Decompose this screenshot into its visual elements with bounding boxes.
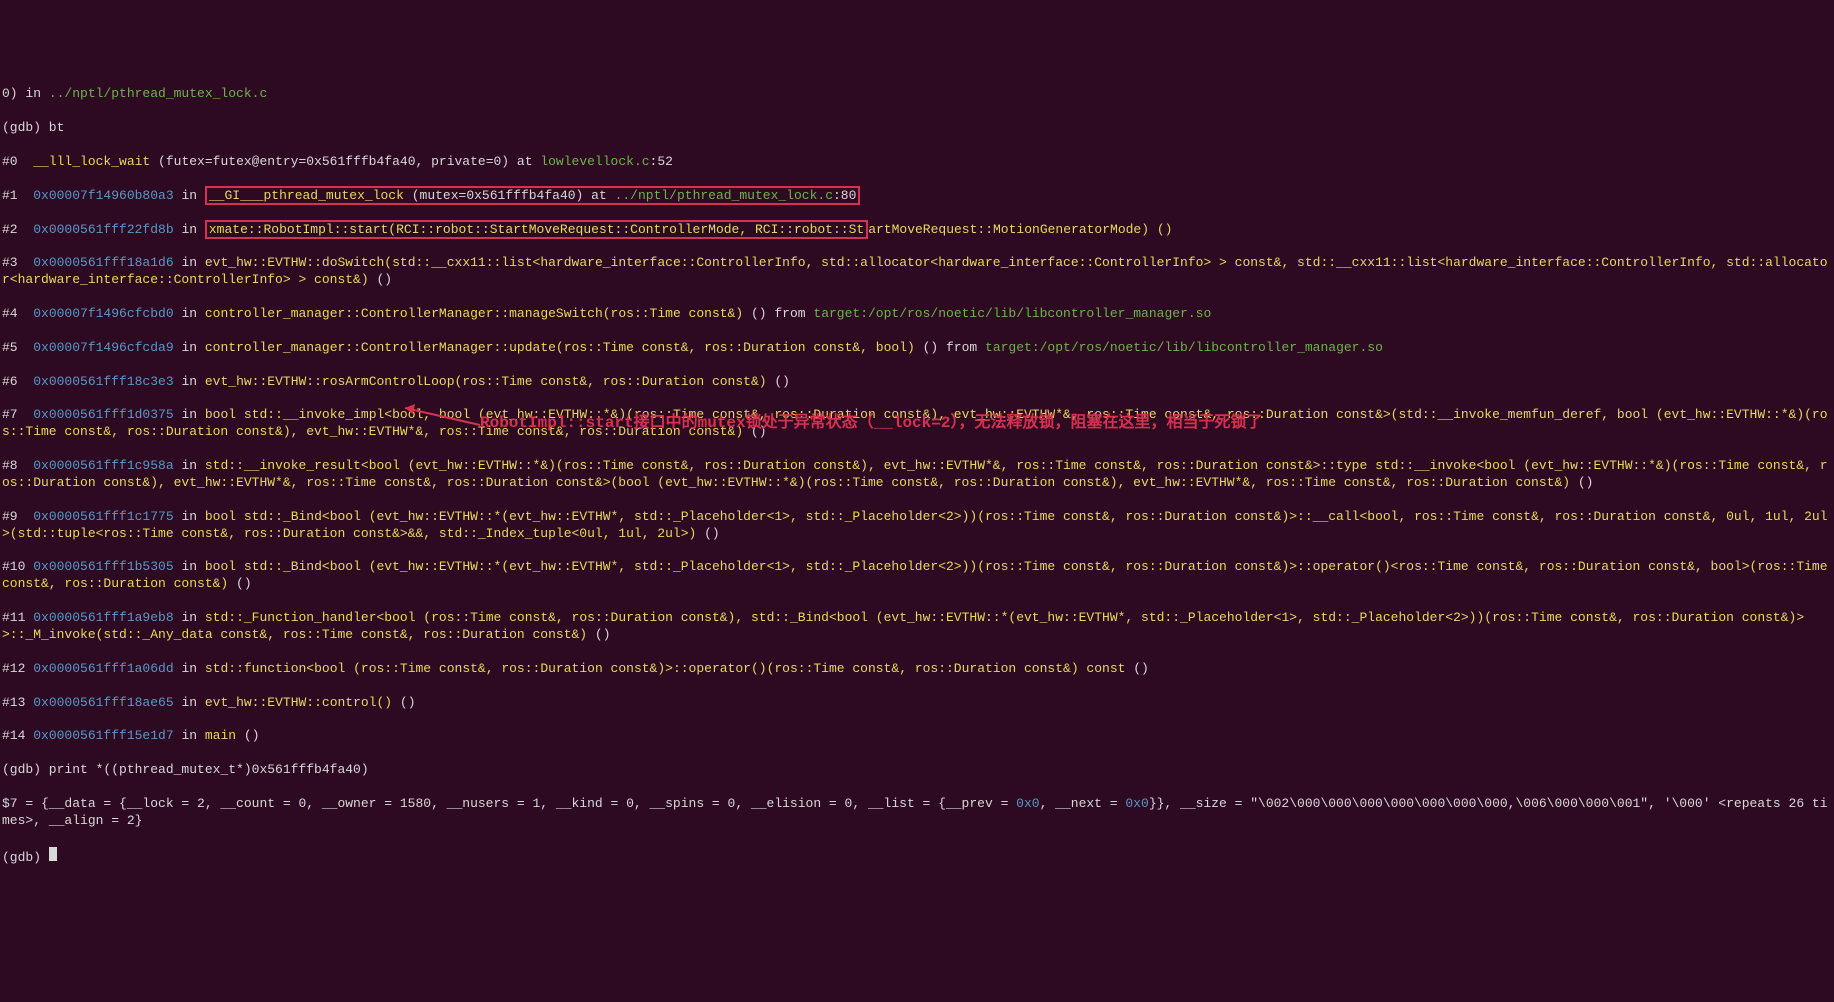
annotation-arrow (395, 400, 485, 440)
frame-3: #3 0x0000561fff18a1d6 in evt_hw::EVTHW::… (2, 255, 1832, 289)
cursor (49, 847, 57, 861)
frame-2: #2 0x0000561fff22fd8b in xmate::RobotImp… (2, 222, 1832, 239)
frame-9: #9 0x0000561fff1c1775 in bool std::_Bind… (2, 509, 1832, 543)
frame-13: #13 0x0000561fff18ae65 in evt_hw::EVTHW:… (2, 695, 1832, 712)
frame-8: #8 0x0000561fff1c958a in std::__invoke_r… (2, 458, 1832, 492)
frame-14: #14 0x0000561fff15e1d7 in main () (2, 728, 1832, 745)
frame-0: #0 __lll_lock_wait (futex=futex@entry=0x… (2, 154, 1832, 171)
frame-12: #12 0x0000561fff1a06dd in std::function<… (2, 661, 1832, 678)
frame-11: #11 0x0000561fff1a9eb8 in std::_Function… (2, 610, 1832, 644)
frame-5: #5 0x00007f1496cfcda9 in controller_mana… (2, 340, 1832, 357)
annotation-text: RobotImpl::start接口中的mutex锁处于异常状态（__lock=… (480, 413, 1262, 434)
gdb-command-bt: (gdb) bt (2, 120, 1832, 137)
frame-1: #1 0x00007f14960b80a3 in __GI___pthread_… (2, 188, 1832, 205)
gdb-prompt[interactable]: (gdb) (2, 847, 1832, 867)
print-output: $7 = {__data = {__lock = 2, __count = 0,… (2, 796, 1832, 830)
terminal-output: 0) in ../nptl/pthread_mutex_lock.c (gdb)… (2, 70, 1832, 884)
highlight-frame-1-2: __GI___pthread_mutex_lock (mutex=0x561ff… (205, 186, 861, 205)
highlight-frame-2-box: xmate::RobotImpl::start(RCI::robot::Star… (205, 220, 868, 239)
frame-4: #4 0x00007f1496cfcbd0 in controller_mana… (2, 306, 1832, 323)
frame-10: #10 0x0000561fff1b5305 in bool std::_Bin… (2, 559, 1832, 593)
line-partial: 0) in ../nptl/pthread_mutex_lock.c (2, 86, 1832, 103)
gdb-command-print: (gdb) print *((pthread_mutex_t*)0x561fff… (2, 762, 1832, 779)
frame-6: #6 0x0000561fff18c3e3 in evt_hw::EVTHW::… (2, 374, 1832, 391)
